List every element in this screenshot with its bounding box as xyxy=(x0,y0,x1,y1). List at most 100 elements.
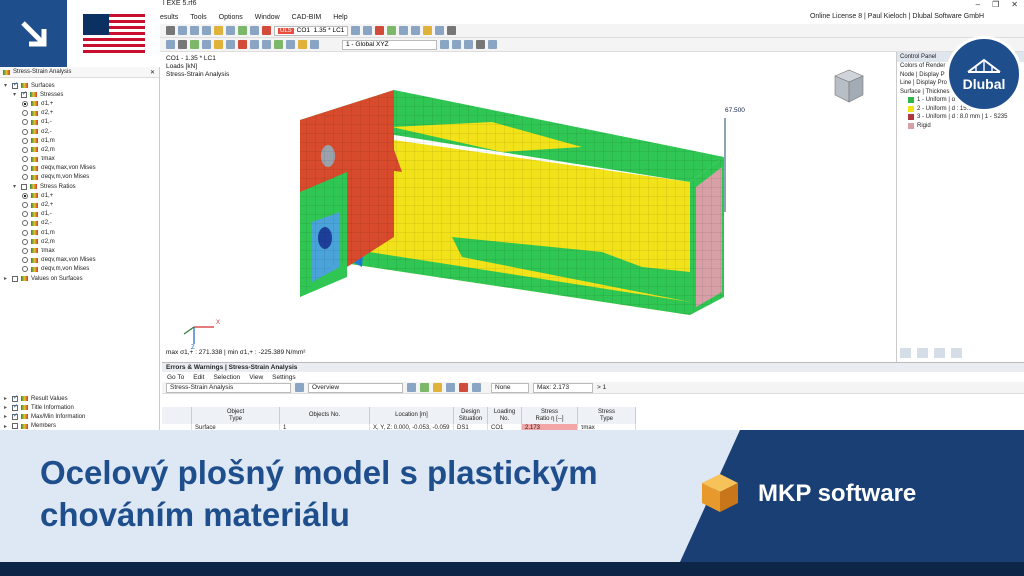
results-icon[interactable] xyxy=(262,26,271,35)
columns-icon[interactable] xyxy=(472,383,481,392)
minimize-button[interactable]: – xyxy=(976,0,980,9)
show-icon[interactable] xyxy=(387,26,397,35)
undo-icon[interactable] xyxy=(166,26,175,35)
results-menu-item[interactable]: Edit xyxy=(193,374,204,381)
radio-button[interactable] xyxy=(22,257,28,264)
calc-icon[interactable] xyxy=(226,26,235,35)
expand-icon[interactable]: ▸ xyxy=(4,404,10,411)
tree-item[interactable]: σeqv,m,von Mises xyxy=(0,265,159,274)
solid-icon[interactable] xyxy=(214,40,223,49)
node-icon[interactable] xyxy=(178,40,187,49)
expand-icon[interactable]: ▾ xyxy=(4,82,10,89)
top-view-icon[interactable] xyxy=(452,40,461,49)
excel-icon[interactable] xyxy=(420,383,429,392)
grid-icon[interactable] xyxy=(202,26,211,35)
member-icon[interactable] xyxy=(190,40,199,49)
module-combo[interactable]: Stress-Strain Analysis xyxy=(166,382,291,393)
snap-icon[interactable] xyxy=(262,40,271,49)
radio-button[interactable] xyxy=(22,202,28,209)
radio-button[interactable] xyxy=(22,110,28,117)
menu-item[interactable]: Window xyxy=(255,14,280,21)
load-icon[interactable] xyxy=(238,40,247,49)
radio-button[interactable] xyxy=(22,266,28,273)
radio-button[interactable] xyxy=(22,211,28,218)
display-option[interactable]: ▸ Result Values xyxy=(0,394,159,403)
results-menu-item[interactable]: Selection xyxy=(213,374,240,381)
checkbox[interactable] xyxy=(12,423,18,430)
display-option[interactable]: ▸ Title Information xyxy=(0,403,159,412)
tree-item[interactable]: ▸ Values on Surfaces xyxy=(0,274,159,283)
load-case-combo[interactable]: ULS CO1 1.35 * LC1 xyxy=(274,25,349,36)
find-icon[interactable] xyxy=(446,383,455,392)
radio-button[interactable] xyxy=(22,119,28,126)
print-icon[interactable] xyxy=(250,26,259,35)
radio-button[interactable] xyxy=(22,229,28,236)
tree-item[interactable]: σ2,- xyxy=(0,127,159,136)
radio-button[interactable] xyxy=(22,238,28,245)
display-option[interactable]: ▸ Max/Min Information xyxy=(0,412,159,421)
display-tab[interactable] xyxy=(917,348,928,358)
tree-item[interactable]: σ2,m xyxy=(0,237,159,246)
radio-button[interactable] xyxy=(22,247,28,254)
radio-button[interactable] xyxy=(22,220,28,227)
results-menu-item[interactable]: Settings xyxy=(272,374,296,381)
color-icon[interactable] xyxy=(298,40,307,49)
filter-combo[interactable]: None xyxy=(491,382,529,393)
tree-item[interactable]: σ1,- xyxy=(0,210,159,219)
checkbox[interactable] xyxy=(12,403,18,411)
zoom-icon[interactable] xyxy=(399,26,409,35)
tree-item[interactable]: σ1,m xyxy=(0,136,159,145)
table-view-icon[interactable] xyxy=(407,383,416,392)
checkbox[interactable] xyxy=(12,412,18,420)
highlight-icon[interactable] xyxy=(459,383,468,392)
tree-item[interactable]: τmax xyxy=(0,155,159,164)
checkbox[interactable] xyxy=(12,81,18,89)
tree-item[interactable]: σeqv,m,von Mises xyxy=(0,173,159,182)
perspective-icon[interactable] xyxy=(488,40,497,49)
radio-button[interactable] xyxy=(22,128,28,135)
expand-icon[interactable]: ▾ xyxy=(13,183,19,190)
axis-icon[interactable] xyxy=(310,40,319,49)
results-menu-item[interactable]: Go To xyxy=(167,374,184,381)
tree-item[interactable]: τmax xyxy=(0,246,159,255)
close-button[interactable]: ✕ xyxy=(1011,0,1018,9)
run-icon[interactable] xyxy=(238,26,247,35)
radio-button[interactable] xyxy=(22,165,28,172)
tree-item[interactable]: σ2,m xyxy=(0,145,159,154)
tree-item[interactable]: σeqv,max,von Mises xyxy=(0,164,159,173)
menu-item[interactable]: Tools xyxy=(190,14,206,21)
view-cube-icon[interactable] xyxy=(830,66,868,106)
expand-icon[interactable]: ▸ xyxy=(4,395,10,402)
checkbox[interactable] xyxy=(21,183,27,190)
support-icon[interactable] xyxy=(226,40,235,49)
legend-tab[interactable] xyxy=(900,348,911,358)
tree-item[interactable]: σ1,- xyxy=(0,118,159,127)
tree-item[interactable]: σ2,+ xyxy=(0,109,159,118)
tree-item[interactable]: σ2,- xyxy=(0,219,159,228)
checkbox[interactable] xyxy=(12,275,18,282)
view-icon[interactable] xyxy=(178,26,187,35)
tree-item[interactable]: ▾ Stress Ratios xyxy=(0,182,159,191)
menu-item[interactable]: CAD-BIM xyxy=(292,14,322,21)
model-viewport[interactable]: CO1 - 1.35 * LC1 Loads [kN] Stress-Strai… xyxy=(162,52,894,362)
radio-button[interactable] xyxy=(22,100,28,107)
close-icon[interactable]: ✕ xyxy=(150,69,155,76)
visibility-icon[interactable] xyxy=(274,40,283,49)
measure-icon[interactable] xyxy=(250,40,259,49)
expand-icon[interactable]: ▸ xyxy=(4,423,10,430)
folder-icon[interactable] xyxy=(214,26,223,35)
tree-item[interactable]: σ1,+ xyxy=(0,99,159,108)
side-view-icon[interactable] xyxy=(464,40,473,49)
checkbox[interactable] xyxy=(21,90,27,98)
menu-item[interactable]: Options xyxy=(219,14,243,21)
pan-icon[interactable] xyxy=(411,26,421,35)
prev-icon[interactable] xyxy=(351,26,361,35)
max-value-field[interactable]: Max: 2.173 xyxy=(533,382,593,393)
prev-page-icon[interactable] xyxy=(295,383,304,392)
next-icon[interactable] xyxy=(363,26,373,35)
overview-combo[interactable]: Overview xyxy=(308,382,403,393)
radio-button[interactable] xyxy=(22,156,28,163)
expand-icon[interactable]: ▸ xyxy=(4,275,10,282)
settings-tab[interactable] xyxy=(951,348,962,358)
iso-icon[interactable] xyxy=(435,26,445,35)
